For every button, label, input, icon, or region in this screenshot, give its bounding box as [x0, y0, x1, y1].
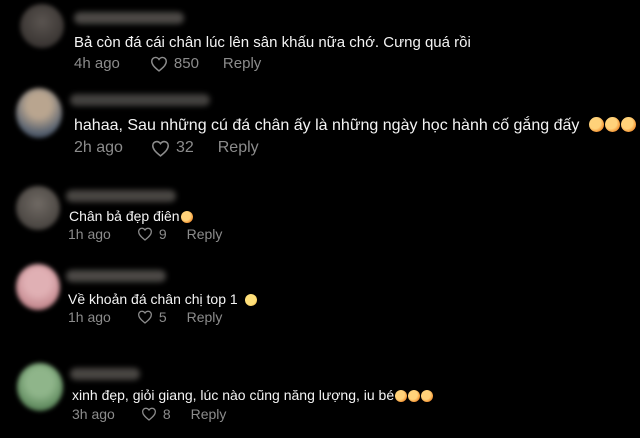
comment-item: Bả còn đá cái chân lúc lên sân khấu nữa … — [0, 0, 640, 82]
comment-text-body: xinh đẹp, giỏi giang, lúc nào cũng năng … — [72, 387, 395, 403]
smiling-face-with-hearts-emoji — [588, 117, 604, 132]
heart-outline-icon — [151, 140, 169, 157]
comment-meta: 1h ago 9 Reply — [68, 226, 222, 242]
comment-meta: 4h ago 850 Reply — [74, 55, 261, 72]
username-blurred[interactable] — [66, 270, 166, 282]
like-button[interactable]: 9 — [137, 226, 167, 242]
like-count: 8 — [162, 406, 171, 422]
avatar[interactable] — [16, 186, 60, 230]
comment-text-body: Chân bả đẹp điên — [69, 208, 180, 224]
like-button[interactable]: 850 — [150, 55, 199, 72]
avatar[interactable] — [17, 363, 63, 411]
smiling-face-with-hearts-emoji — [620, 117, 636, 132]
username-blurred[interactable] — [70, 368, 140, 380]
heart-outline-icon — [150, 56, 167, 72]
comment-text: hahaa, Sau những cú đá chân ấy là những … — [74, 117, 636, 135]
comment-text-body: hahaa, Sau những cú đá chân ấy là những … — [74, 117, 580, 134]
heart-outline-icon — [137, 310, 152, 324]
username-blurred[interactable] — [66, 190, 176, 202]
like-count: 5 — [158, 309, 167, 325]
comment-item: Về khoản đá chân chị top 1 1h ago 5 Repl… — [0, 260, 640, 352]
comment-item: hahaa, Sau những cú đá chân ấy là những … — [0, 82, 640, 174]
comment-time: 3h ago — [72, 406, 115, 422]
comment-item: xinh đẹp, giỏi giang, lúc nào cũng năng … — [0, 352, 640, 438]
smiling-face-with-hearts-emoji — [421, 390, 434, 402]
reply-button[interactable]: Reply — [223, 55, 261, 72]
like-button[interactable]: 32 — [151, 139, 194, 157]
username-blurred[interactable] — [74, 12, 184, 24]
like-count: 32 — [175, 139, 194, 156]
comment-time: 1h ago — [68, 226, 111, 242]
comment-meta: 1h ago 5 Reply — [68, 309, 222, 325]
reply-button[interactable]: Reply — [191, 406, 227, 422]
reply-button[interactable]: Reply — [187, 309, 223, 325]
smiling-face-with-hearts-emoji — [604, 117, 620, 132]
comment-meta: 2h ago 32 Reply — [74, 139, 259, 157]
like-count: 850 — [173, 55, 199, 72]
comment-text: Chân bả đẹp điên — [69, 208, 193, 224]
reply-button[interactable]: Reply — [218, 139, 259, 157]
avatar[interactable] — [20, 4, 64, 48]
avatar[interactable] — [16, 88, 62, 138]
comment-item: Chân bả đẹp điên 1h ago 9 Reply — [0, 174, 640, 260]
smiling-face-with-hearts-emoji — [180, 211, 193, 223]
heart-outline-icon — [137, 227, 152, 241]
comment-text: Bả còn đá cái chân lúc lên sân khấu nữa … — [74, 34, 471, 51]
comment-time: 2h ago — [74, 139, 123, 156]
smiling-face-emoji — [244, 294, 257, 306]
avatar[interactable] — [16, 264, 60, 310]
like-button[interactable]: 8 — [141, 406, 171, 422]
comment-text: Về khoản đá chân chị top 1 — [68, 291, 257, 307]
like-count: 9 — [158, 226, 167, 242]
like-button[interactable]: 5 — [137, 309, 167, 325]
comment-meta: 3h ago 8 Reply — [72, 406, 226, 422]
smiling-face-with-hearts-emoji — [408, 390, 421, 402]
comment-text-body: Về khoản đá chân chị top 1 — [68, 291, 238, 307]
reply-button[interactable]: Reply — [187, 226, 223, 242]
username-blurred[interactable] — [70, 94, 210, 106]
heart-outline-icon — [141, 407, 156, 421]
comment-time: 4h ago — [74, 55, 120, 72]
smiling-face-with-hearts-emoji — [395, 390, 408, 402]
comment-time: 1h ago — [68, 309, 111, 325]
comment-text: xinh đẹp, giỏi giang, lúc nào cũng năng … — [72, 387, 434, 403]
